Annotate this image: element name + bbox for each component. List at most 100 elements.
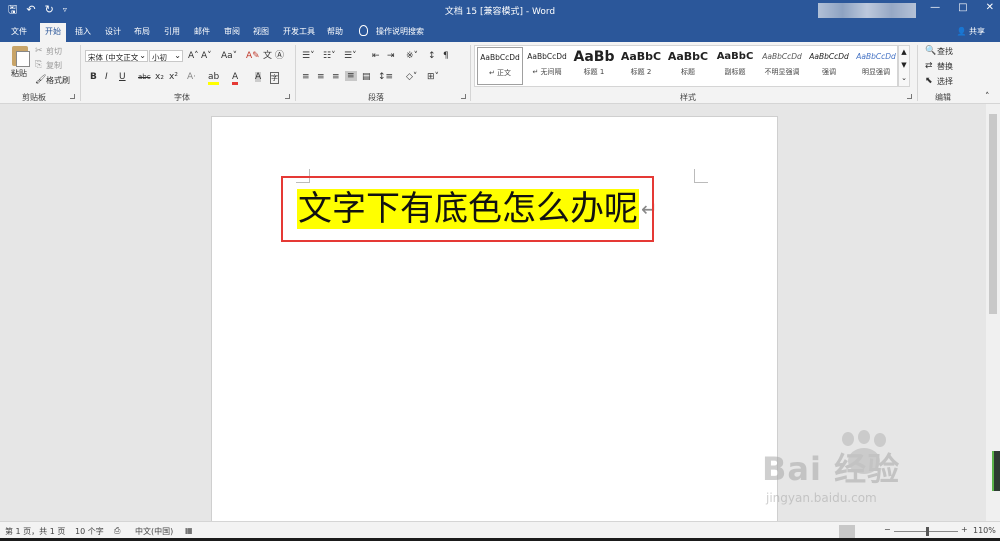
style-heading-1[interactable]: AaBb 标题 1 xyxy=(571,47,617,85)
underline-icon[interactable]: U xyxy=(119,72,126,82)
font-color-icon[interactable]: A xyxy=(232,72,239,85)
bold-icon[interactable]: B xyxy=(90,72,97,82)
tab-review[interactable]: 审阅 xyxy=(224,26,240,37)
find-button[interactable]: 查找 xyxy=(937,46,953,57)
page-count[interactable]: 第 1 页，共 1 页 xyxy=(5,526,65,537)
style-subtitle[interactable]: AaBbC 副标题 xyxy=(712,47,758,85)
superscript-icon[interactable]: x² xyxy=(169,72,178,82)
zoom-in-icon[interactable]: + xyxy=(961,525,968,534)
font-launcher-icon[interactable] xyxy=(285,94,290,99)
watermark-title: Bai 经验 xyxy=(762,450,901,488)
clipboard-launcher-icon[interactable] xyxy=(70,94,75,99)
proofing-icon[interactable]: ⎙ xyxy=(114,526,120,536)
chevron-down-icon: ⌄ xyxy=(139,51,146,60)
style-no-spacing[interactable]: AaBbCcDd ↵ 无间隔 xyxy=(524,47,570,85)
tab-references[interactable]: 引用 xyxy=(164,26,180,37)
style-subtle-emphasis[interactable]: AaBbCcDd 不明显强调 xyxy=(759,47,805,85)
change-case-icon[interactable]: Aa˅ xyxy=(221,51,237,61)
show-marks-icon[interactable]: ¶ xyxy=(443,51,449,61)
style-name: 标题 xyxy=(681,68,695,76)
styles-scroll[interactable]: ▲ ▼ ⌄ xyxy=(898,45,910,87)
phonetic-guide-icon[interactable]: 文 xyxy=(263,51,272,61)
character-shading-icon[interactable]: A xyxy=(255,72,262,82)
tab-insert[interactable]: 插入 xyxy=(75,26,91,37)
align-center-icon[interactable]: ≡ xyxy=(317,72,325,82)
shrink-font-icon[interactable]: A˅ xyxy=(201,51,212,61)
copy-button[interactable]: 复制 xyxy=(46,60,62,71)
style-title[interactable]: AaBbC 标题 xyxy=(665,47,711,85)
paragraph-launcher-icon[interactable] xyxy=(461,94,466,99)
align-left-icon[interactable]: ≡ xyxy=(302,72,310,82)
tab-help[interactable]: 帮助 xyxy=(327,26,343,37)
decrease-indent-icon[interactable]: ⇤ xyxy=(372,51,380,61)
style-heading-2[interactable]: AaBbC 标题 2 xyxy=(618,47,664,85)
line-spacing-icon[interactable]: ↕≡ xyxy=(378,72,393,82)
share-button[interactable]: 👤 共享 xyxy=(956,26,985,37)
text-effects-icon[interactable]: A· xyxy=(187,72,196,82)
paste-button[interactable]: 粘贴 xyxy=(11,68,27,79)
styles-launcher-icon[interactable] xyxy=(907,94,912,99)
chevron-down-icon[interactable]: ▼ xyxy=(899,59,909,72)
font-size-select[interactable]: 小初 ⌄ xyxy=(149,50,183,62)
word-count[interactable]: 10 个字 xyxy=(75,526,104,537)
select-button[interactable]: 选择 xyxy=(937,76,953,87)
tab-file[interactable]: 文件 xyxy=(11,26,27,37)
numbering-icon[interactable]: ☷˅ xyxy=(323,51,336,61)
maximize-button[interactable]: □ xyxy=(958,2,967,13)
document-page[interactable]: 文字下有底色怎么办呢 ↵ xyxy=(211,116,778,526)
font-name-select[interactable]: 宋体 (中文正文 ⌄ xyxy=(85,50,148,62)
zoom-level[interactable]: 110% xyxy=(973,526,996,535)
collapse-ribbon-icon[interactable]: ˄ xyxy=(985,92,990,102)
zoom-slider-thumb[interactable] xyxy=(926,527,929,536)
tab-developer[interactable]: 开发工具 xyxy=(283,26,315,37)
italic-icon[interactable]: I xyxy=(105,72,108,82)
scrollbar-thumb[interactable] xyxy=(989,114,997,314)
macro-icon[interactable]: ▦ xyxy=(185,526,193,535)
strikethrough-icon[interactable]: abc xyxy=(138,72,151,82)
clear-formatting-icon[interactable]: A✎ xyxy=(246,51,260,61)
replace-button[interactable]: 替换 xyxy=(937,61,953,72)
style-intense-emphasis[interactable]: AaBbCcDd 明显强调 xyxy=(853,47,899,85)
enclose-character-icon[interactable]: Ⓐ xyxy=(275,51,284,61)
align-right-icon[interactable]: ≡ xyxy=(332,72,340,82)
format-painter-button[interactable]: 格式刷 xyxy=(46,75,70,86)
lightbulb-icon xyxy=(359,25,368,36)
shading-icon[interactable]: ◇˅ xyxy=(406,72,417,82)
bullets-icon[interactable]: ☰˅ xyxy=(302,51,315,61)
paste-icon[interactable] xyxy=(12,46,30,67)
increase-indent-icon[interactable]: ⇥ xyxy=(387,51,395,61)
distributed-icon[interactable]: ▤ xyxy=(362,72,371,82)
print-layout-icon[interactable] xyxy=(839,525,855,538)
subscript-icon[interactable]: x₂ xyxy=(155,72,164,82)
language[interactable]: 中文(中国) xyxy=(135,526,173,537)
tab-home[interactable]: 开始 xyxy=(40,23,66,42)
justify-icon[interactable]: ≡ xyxy=(345,71,357,81)
chevron-up-icon[interactable]: ▲ xyxy=(899,46,909,59)
side-widget[interactable] xyxy=(992,451,1000,491)
tell-me-search[interactable]: 操作说明搜索 xyxy=(376,26,424,37)
tab-layout[interactable]: 布局 xyxy=(134,26,150,37)
minimize-button[interactable]: — xyxy=(930,2,940,13)
tab-mailings[interactable]: 邮件 xyxy=(194,26,210,37)
cut-button[interactable]: 剪切 xyxy=(46,46,62,57)
borders-icon[interactable]: ⊞˅ xyxy=(427,72,439,82)
chinese-layout-icon[interactable]: ※˅ xyxy=(406,51,418,61)
read-mode-icon[interactable] xyxy=(816,525,832,538)
web-layout-icon[interactable] xyxy=(862,525,878,538)
account-area[interactable] xyxy=(818,3,916,18)
tab-design[interactable]: 设计 xyxy=(105,26,121,37)
multilevel-list-icon[interactable]: ☰˅ xyxy=(344,51,357,61)
style-sample: AaBbC xyxy=(716,51,754,62)
zoom-out-icon[interactable]: − xyxy=(884,525,891,534)
close-button[interactable]: ✕ xyxy=(986,2,994,13)
more-styles-icon[interactable]: ⌄ xyxy=(899,72,909,85)
grow-font-icon[interactable]: A˄ xyxy=(188,51,199,61)
sort-icon[interactable]: ↕ xyxy=(428,51,436,61)
tab-view[interactable]: 视图 xyxy=(253,26,269,37)
character-border-icon[interactable]: 字 xyxy=(270,72,279,84)
paragraph-group-label: 段落 xyxy=(368,93,384,102)
style-normal[interactable]: AaBbCcDd ↵ 正文 xyxy=(477,47,523,85)
highlight-color-icon[interactable]: ab xyxy=(208,72,220,85)
style-emphasis[interactable]: AaBbCcDd 强调 xyxy=(806,47,852,85)
margin-corner-mark xyxy=(694,169,708,183)
